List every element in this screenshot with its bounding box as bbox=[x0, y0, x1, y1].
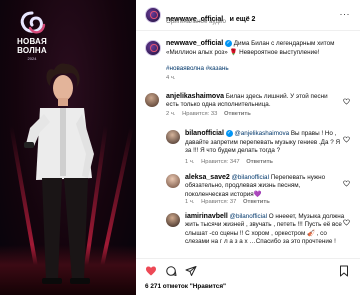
comment-likes[interactable]: Нравится: 33 bbox=[182, 111, 217, 117]
comment-icon[interactable] bbox=[165, 265, 177, 277]
like-heart-icon[interactable] bbox=[145, 265, 157, 277]
coauthors-link[interactable]: и ещё 2 bbox=[230, 16, 256, 23]
verified-badge-icon: ✓ bbox=[224, 40, 232, 47]
performer-figure bbox=[24, 63, 94, 284]
caption-body: newwave_official ✓ Дима Билан с легендар… bbox=[166, 40, 350, 57]
comment-likes[interactable]: Нравится: 37 bbox=[201, 199, 236, 205]
wave-mark-icon bbox=[20, 11, 46, 34]
avatar[interactable] bbox=[145, 7, 161, 23]
heart-outline-icon[interactable] bbox=[343, 219, 350, 226]
comment-body: anjelikashaimova Билан здесь лишний. У э… bbox=[166, 93, 342, 110]
comment-time[interactable]: 1 ч. bbox=[185, 159, 194, 165]
likes-count[interactable]: 6 271 отметок "Нравится" bbox=[145, 283, 226, 290]
comment-time[interactable]: 1 ч. bbox=[185, 199, 194, 205]
comment-avatar[interactable] bbox=[166, 130, 180, 144]
comment-mention[interactable]: @bilanofficial bbox=[232, 174, 269, 181]
heart-outline-icon[interactable] bbox=[343, 98, 350, 105]
comment-time[interactable]: 2 ч. bbox=[166, 111, 175, 117]
more-options-icon[interactable]: ··· bbox=[340, 9, 351, 19]
caption-username[interactable]: newwave_official bbox=[166, 40, 223, 47]
heart-outline-icon[interactable] bbox=[343, 180, 350, 187]
caption-time[interactable]: 4 ч. bbox=[166, 75, 175, 81]
comment-meta: 1 ч. Нравится: 347 Ответить bbox=[185, 159, 273, 165]
audio-label[interactable]: Оригинальное аудио bbox=[166, 18, 226, 25]
comment-body: bilanofficial ✓ @anjelikashaimova Вы пра… bbox=[185, 130, 345, 155]
bookmark-icon[interactable] bbox=[338, 265, 350, 277]
comment-username[interactable]: bilanofficial bbox=[185, 130, 224, 137]
caption-hashtags[interactable]: #новаяволна #казань bbox=[166, 65, 229, 72]
comment-likes[interactable]: Нравится: 347 bbox=[201, 159, 239, 165]
post-panel: newwave_official и ещё 2 Оригинальное ау… bbox=[136, 0, 360, 295]
post-header: newwave_official и ещё 2 Оригинальное ау… bbox=[136, 0, 360, 31]
comment-mention[interactable]: @bilanofficial bbox=[230, 213, 267, 220]
logo-line-2: ВОЛНА bbox=[17, 46, 47, 55]
post-media[interactable]: НОВАЯ ВОЛНА 2024 bbox=[0, 0, 136, 295]
share-icon[interactable] bbox=[185, 265, 197, 277]
comment-meta: 2 ч. Нравится: 33 Ответить bbox=[166, 111, 251, 117]
comment-avatar[interactable] bbox=[145, 93, 159, 107]
logo-line-1: НОВАЯ bbox=[17, 37, 47, 46]
comment: anjelikashaimova Билан здесь лишний. У э… bbox=[136, 90, 360, 124]
reply-button[interactable]: Ответить bbox=[243, 199, 270, 205]
reply-button[interactable]: Ответить bbox=[246, 159, 273, 165]
comment-username[interactable]: anjelikashaimova bbox=[166, 93, 224, 100]
reply-button[interactable]: Ответить bbox=[224, 111, 251, 117]
comment-username[interactable]: aleksa_save2 bbox=[185, 174, 230, 181]
comment-avatar[interactable] bbox=[166, 174, 180, 188]
caption-avatar[interactable] bbox=[145, 40, 161, 56]
comment-username[interactable]: iamirinavbell bbox=[185, 213, 228, 220]
comment-avatar[interactable] bbox=[166, 213, 180, 227]
comment-body: aleksa_save2 @bilanofficial Перепевать н… bbox=[185, 174, 345, 199]
comment-reply: aleksa_save2 @bilanofficial Перепевать н… bbox=[136, 172, 360, 208]
comment-body: iamirinavbell @bilanofficial О ннееет, М… bbox=[185, 213, 345, 247]
action-bar: 6 271 отметок "Нравится" bbox=[136, 258, 360, 295]
comment-reply: iamirinavbell @bilanofficial О ннееет, М… bbox=[136, 211, 360, 257]
comment-mention[interactable]: @anjelikashaimova bbox=[234, 130, 289, 137]
verified-badge-icon: ✓ bbox=[225, 130, 233, 137]
comment-meta: 1 ч. Нравится: 37 Ответить bbox=[185, 199, 270, 205]
comment-reply: bilanofficial ✓ @anjelikashaimova Вы пра… bbox=[136, 128, 360, 170]
heart-outline-icon[interactable] bbox=[343, 136, 350, 143]
